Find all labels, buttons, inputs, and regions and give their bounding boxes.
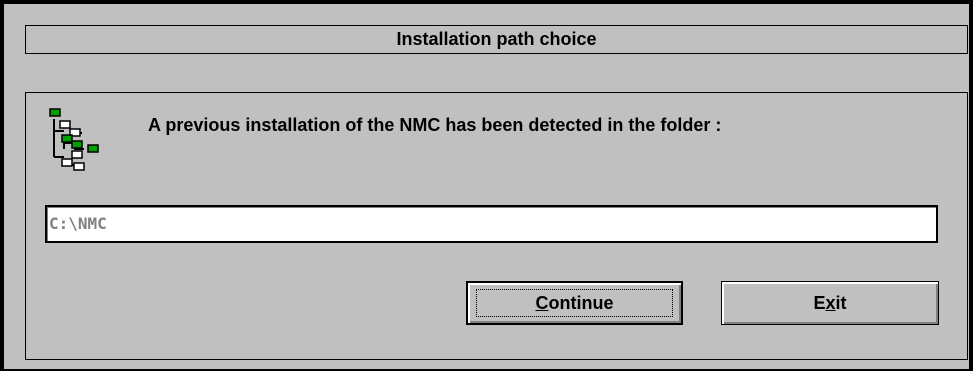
exit-button[interactable]: Exit: [721, 281, 939, 325]
installation-path-value: C:\NMC: [49, 214, 107, 233]
continue-button-label: Continue: [535, 292, 614, 313]
path-group: A previous installation of the NMC has b…: [25, 92, 968, 360]
installation-path-field[interactable]: C:\NMC: [45, 205, 938, 243]
dialog-title-text: Installation path choice: [396, 29, 597, 49]
dialog-title: Installation path choice: [25, 25, 968, 54]
detected-message: A previous installation of the NMC has b…: [148, 115, 722, 135]
continue-button[interactable]: Continue: [466, 281, 683, 325]
folder-tree-icon: [49, 108, 99, 171]
installation-path-dialog: Installation path choice A previous inst…: [2, 2, 971, 371]
exit-button-label: Exit: [813, 292, 847, 313]
